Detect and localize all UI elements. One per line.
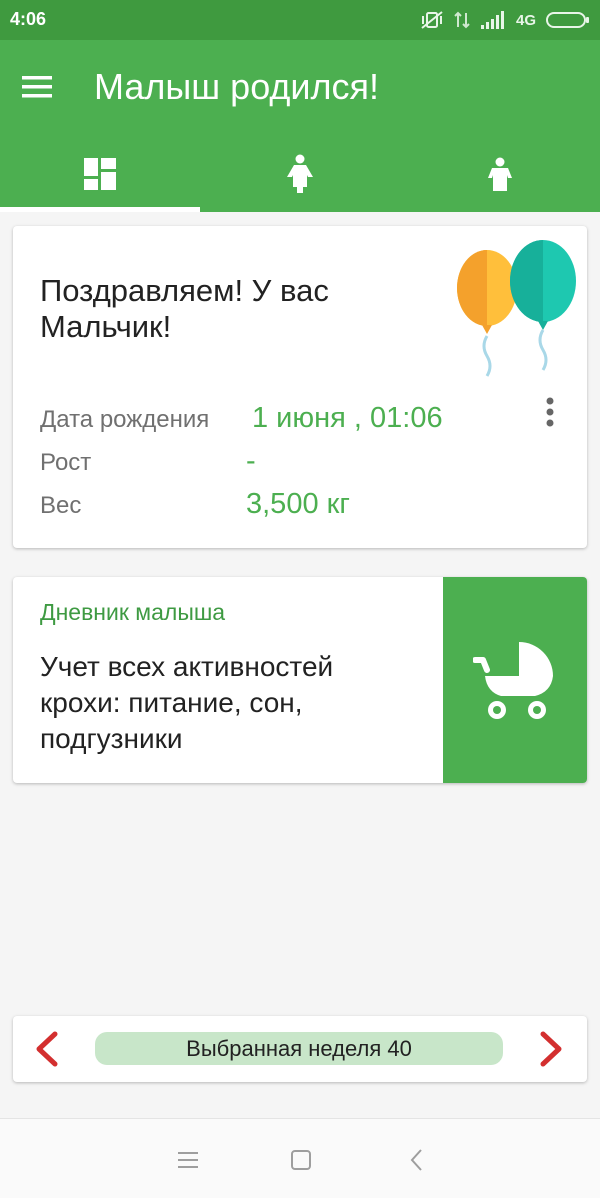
page-title: Малыш родился! xyxy=(94,66,380,107)
previous-week-button[interactable] xyxy=(31,1030,61,1068)
network-type-label: 4G xyxy=(515,11,536,29)
vibrate-off-icon xyxy=(420,10,444,30)
stroller-icon xyxy=(473,642,553,719)
tab-bar xyxy=(0,136,600,212)
hamburger-menu-icon xyxy=(22,76,52,98)
chevron-left-icon xyxy=(36,1031,58,1067)
tab-mother[interactable] xyxy=(200,136,400,212)
status-bar: 4:06 4G xyxy=(0,0,600,40)
dashboard-icon xyxy=(84,158,116,190)
menu-icon xyxy=(178,1152,198,1168)
diary-icon-panel xyxy=(443,577,587,783)
system-nav-bar xyxy=(0,1118,600,1198)
battery-icon xyxy=(546,11,590,29)
home-button[interactable] xyxy=(288,1147,314,1173)
next-week-button[interactable] xyxy=(537,1030,567,1068)
birth-info-card: Поздравляем! У вас Мальчик! Дата рождени… xyxy=(13,226,587,548)
home-icon xyxy=(291,1150,311,1170)
back-button[interactable] xyxy=(404,1147,430,1173)
diary-title: Дневник малыша xyxy=(40,599,226,625)
mother-icon xyxy=(287,154,313,193)
status-icons: 4G xyxy=(420,8,590,32)
more-options-button[interactable] xyxy=(539,394,561,434)
selected-week-label[interactable]: Выбранная неделя 40 xyxy=(95,1032,503,1065)
child-icon xyxy=(488,157,512,191)
recent-apps-button[interactable] xyxy=(175,1147,201,1173)
weight-label: Вес xyxy=(40,492,82,519)
chevron-right-icon xyxy=(540,1031,562,1067)
status-time: 4:06 xyxy=(10,9,47,29)
tab-child[interactable] xyxy=(400,136,600,212)
baby-diary-card[interactable]: Дневник малыша Учет всех активностей кро… xyxy=(13,577,587,783)
balloons-icon xyxy=(457,240,576,377)
signal-icon xyxy=(480,11,506,29)
week-selector: Выбранная неделя 40 xyxy=(13,1016,587,1082)
back-icon xyxy=(410,1149,422,1171)
tab-dashboard[interactable] xyxy=(0,136,200,212)
birth-date-label: Дата рождения xyxy=(40,406,210,433)
diary-description: Учет всех активностей крохи: питание, со… xyxy=(40,651,334,754)
more-vertical-icon xyxy=(546,397,554,427)
hamburger-menu-button[interactable] xyxy=(22,66,70,110)
data-arrows-icon xyxy=(454,10,470,30)
weight-value: 3,500 кг xyxy=(246,488,350,520)
congrats-text: Поздравляем! У вас Мальчик! xyxy=(40,273,329,344)
tab-selected-indicator xyxy=(0,207,200,212)
birth-date-value: 1 июня , 01:06 xyxy=(252,402,443,434)
height-label: Рост xyxy=(40,449,92,476)
height-value: - xyxy=(246,445,256,477)
app-bar: Малыш родился! xyxy=(0,40,600,212)
